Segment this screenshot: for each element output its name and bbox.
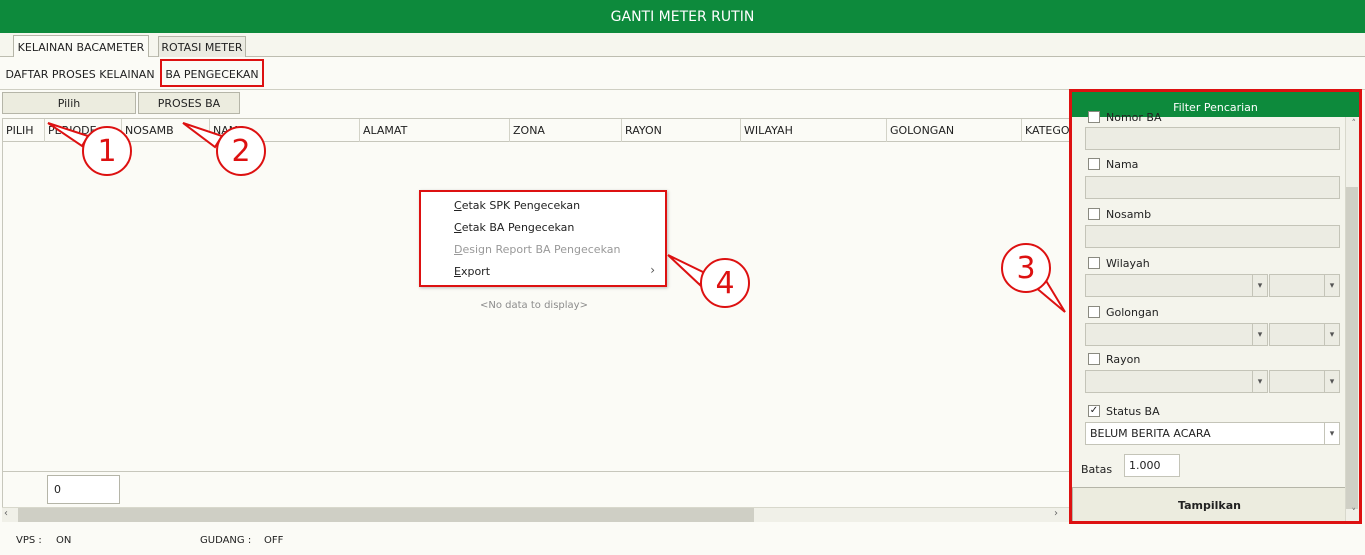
col-rayon[interactable]: RAYON (622, 119, 741, 142)
checkbox-nama[interactable] (1088, 158, 1100, 170)
field-wilayah[interactable]: Wilayah (1088, 254, 1150, 272)
gudang-value: OFF (264, 535, 284, 546)
menu-design-report-ba-pengecekan: Design Report BA Pengecekan (454, 243, 621, 256)
callout-2: 2 (216, 126, 266, 176)
checkbox-wilayah[interactable] (1088, 257, 1100, 269)
chevron-down-icon: ▾ (1252, 371, 1267, 392)
top-tab-strip: KELAINAN BACAMETER ROTASI METER (0, 33, 1365, 59)
field-golongan[interactable]: Golongan (1088, 303, 1159, 321)
col-nosamb[interactable]: NOSAMB (122, 119, 210, 142)
label-nosamb: Nosamb (1106, 207, 1152, 221)
vertical-scroll-thumb[interactable] (1346, 187, 1358, 509)
label-nomor-ba: Nomor BA (1106, 111, 1162, 123)
proses-ba-button[interactable]: PROSES BA (138, 92, 240, 114)
grid-empty-text: <No data to display> (480, 300, 588, 311)
col-zona[interactable]: ZONA (510, 119, 622, 142)
checkbox-rayon[interactable] (1088, 353, 1100, 365)
grid-footer-count: 0 (47, 475, 120, 504)
checkbox-nomor-ba[interactable] (1088, 111, 1100, 123)
scroll-left-icon[interactable]: ‹ (4, 508, 8, 519)
grid-footer-divider (3, 471, 1069, 472)
chevron-down-icon: ▾ (1324, 371, 1339, 392)
field-nama[interactable]: Nama (1088, 155, 1138, 173)
chevron-down-icon: ▾ (1252, 324, 1267, 345)
label-rayon: Rayon (1106, 352, 1141, 366)
filter-panel: Filter Pencarian Nomor BA Nama Nosamb Wi… (1069, 89, 1362, 524)
select-rayon-2[interactable]: ▾ (1269, 370, 1340, 393)
checkbox-golongan[interactable] (1088, 306, 1100, 318)
label-golongan: Golongan (1106, 305, 1159, 319)
input-nosamb[interactable] (1085, 225, 1340, 248)
tab-daftar-proses-kelainan[interactable]: DAFTAR PROSES KELAINAN (4, 63, 156, 85)
callout-1: 1 (82, 126, 132, 176)
chevron-down-icon: ▾ (1252, 275, 1267, 296)
select-wilayah-1[interactable]: ▾ (1085, 274, 1268, 297)
status-bar: VPS : ON GUDANG : OFF (0, 530, 1365, 555)
callout-3: 3 (1001, 243, 1051, 293)
chevron-down-icon: ▾ (1324, 324, 1339, 345)
col-wilayah[interactable]: WILAYAH (741, 119, 887, 142)
tab-rotasi-meter[interactable]: ROTASI METER (158, 36, 246, 58)
context-menu: Cetak SPK Pengecekan Cetak BA Pengecekan… (419, 190, 667, 287)
horizontal-scroll-thumb[interactable] (18, 508, 754, 522)
vps-value: ON (56, 535, 72, 546)
menu-cetak-spk-pengecekan[interactable]: Cetak SPK Pengecekan (454, 199, 580, 212)
select-golongan-2[interactable]: ▾ (1269, 323, 1340, 346)
select-status-ba-value: BELUM BERITA ACARA (1090, 427, 1211, 440)
scroll-right-icon[interactable]: › (1054, 508, 1058, 519)
col-kategori[interactable]: KATEGORI (1022, 119, 1069, 142)
field-nomor-ba[interactable]: Nomor BA (1088, 111, 1162, 123)
select-wilayah-2[interactable]: ▾ (1269, 274, 1340, 297)
field-nosamb[interactable]: Nosamb (1088, 205, 1151, 223)
input-batas[interactable]: 1.000 (1124, 454, 1180, 477)
scroll-up-icon[interactable]: ˄ (1352, 119, 1357, 129)
scroll-down-icon[interactable]: ˅ (1352, 508, 1357, 518)
label-wilayah: Wilayah (1106, 256, 1150, 270)
menu-cetak-ba-pengecekan[interactable]: Cetak BA Pengecekan (454, 221, 574, 234)
select-rayon-1[interactable]: ▾ (1085, 370, 1268, 393)
checkbox-status-ba[interactable]: ✓ (1088, 405, 1100, 417)
col-pilih[interactable]: PILIH (3, 119, 45, 142)
checkbox-nosamb[interactable] (1088, 208, 1100, 220)
col-golongan[interactable]: GOLONGAN (887, 119, 1022, 142)
tampilkan-button[interactable]: Tampilkan (1072, 487, 1347, 521)
field-rayon[interactable]: Rayon (1088, 350, 1140, 368)
grid-header: PILIH PERIODE NOSAMB NAMA ALAMAT ZONA RA… (3, 119, 1069, 142)
window-title: GANTI METER RUTIN (0, 0, 1365, 33)
data-grid[interactable]: PILIH PERIODE NOSAMB NAMA ALAMAT ZONA RA… (2, 118, 1070, 522)
select-golongan-1[interactable]: ▾ (1085, 323, 1268, 346)
select-status-ba[interactable]: BELUM BERITA ACARA ▾ (1085, 422, 1340, 445)
input-nomor-ba[interactable] (1085, 127, 1340, 150)
label-status-ba: Status BA (1106, 404, 1160, 418)
callout-4: 4 (700, 258, 750, 308)
pilih-button[interactable]: Pilih (2, 92, 136, 114)
chevron-down-icon: ▾ (1324, 423, 1339, 444)
label-nama: Nama (1106, 157, 1139, 171)
highlight-ba-pengecekan (160, 59, 264, 87)
chevron-down-icon: ▾ (1324, 275, 1339, 296)
tab-kelainan-bacameter[interactable]: KELAINAN BACAMETER (13, 35, 149, 59)
vps-label: VPS : (16, 535, 42, 546)
field-status-ba[interactable]: ✓ Status BA (1088, 402, 1160, 420)
submenu-arrow-icon: › (650, 263, 655, 277)
col-alamat[interactable]: ALAMAT (360, 119, 510, 142)
input-nama[interactable] (1085, 176, 1340, 199)
label-batas: Batas (1081, 462, 1113, 476)
menu-export[interactable]: Export (454, 265, 490, 278)
gudang-label: GUDANG : (200, 535, 252, 546)
